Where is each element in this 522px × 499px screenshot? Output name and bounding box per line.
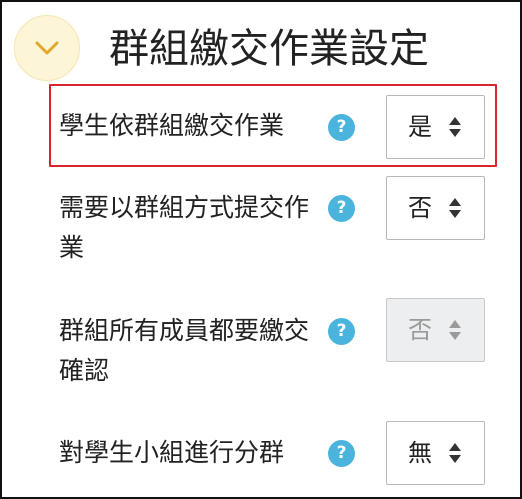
help-icon[interactable]: ? bbox=[328, 440, 355, 467]
help-icon[interactable]: ? bbox=[328, 318, 355, 345]
setting-row-group-submission: 學生依群組繳交作業 ? 是 bbox=[2, 84, 520, 167]
collapse-section-button[interactable] bbox=[14, 15, 80, 81]
grouping-select[interactable]: 無 bbox=[386, 421, 485, 485]
select-value: 否 bbox=[408, 316, 432, 344]
setting-label: 學生依群組繳交作業 bbox=[59, 111, 285, 140]
help-icon[interactable]: ? bbox=[328, 114, 355, 141]
setting-row-all-members-confirm: 群組所有成員都要繳交確認 ? 否 bbox=[2, 297, 520, 407]
select-value: 否 bbox=[408, 194, 432, 222]
all-members-confirm-select: 否 bbox=[386, 298, 485, 362]
select-value: 是 bbox=[408, 113, 432, 141]
require-group-submit-select[interactable]: 否 bbox=[386, 176, 485, 240]
group-submission-select[interactable]: 是 bbox=[386, 95, 485, 159]
setting-row-grouping: 對學生小組進行分群 ? 無 bbox=[2, 420, 520, 497]
chevron-down-icon bbox=[35, 41, 59, 55]
help-icon[interactable]: ? bbox=[328, 195, 355, 222]
sort-arrows-icon bbox=[449, 320, 461, 340]
settings-panel: 群組繳交作業設定 學生依群組繳交作業 ? 是 需要以群組方式提交作業 ? 否 群… bbox=[0, 0, 522, 499]
sort-arrows-icon bbox=[449, 198, 461, 218]
setting-label: 對學生小組進行分群 bbox=[59, 438, 285, 467]
select-value: 無 bbox=[408, 439, 432, 467]
sort-arrows-icon bbox=[449, 117, 461, 137]
setting-label: 需要以群組方式提交作業 bbox=[59, 193, 310, 262]
section-title: 群組繳交作業設定 bbox=[109, 26, 429, 72]
sort-arrows-icon bbox=[449, 443, 461, 463]
setting-label: 群組所有成員都要繳交確認 bbox=[59, 316, 310, 385]
setting-row-require-group-submit: 需要以群組方式提交作業 ? 否 bbox=[2, 174, 520, 284]
